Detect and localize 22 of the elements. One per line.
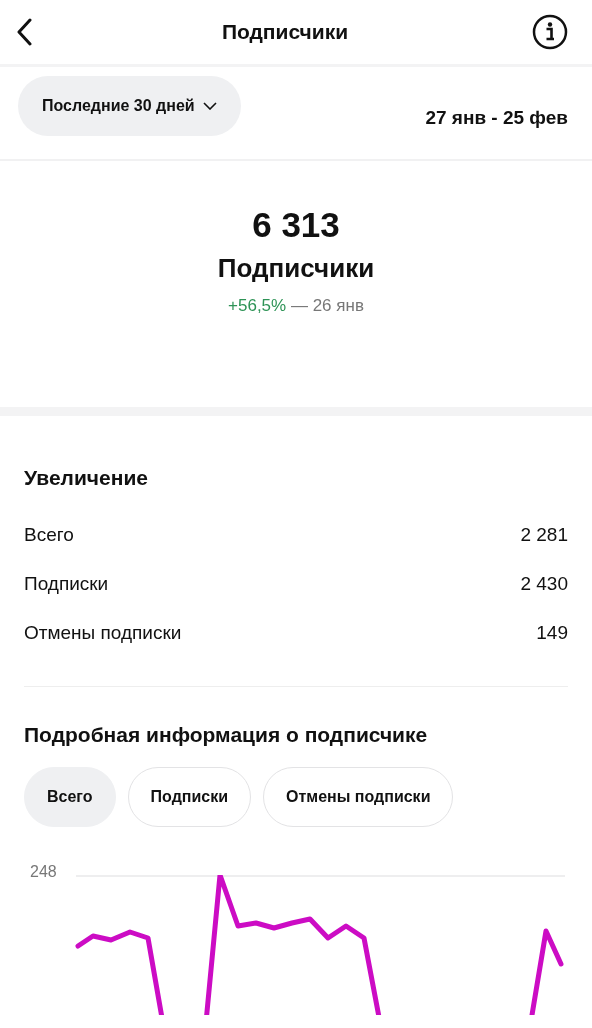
change-percent: +56,5%	[228, 296, 287, 315]
row-label: Отмены подписки	[24, 621, 182, 644]
row-label: Подписки	[24, 572, 109, 595]
change-date: — 26 янв	[290, 296, 364, 315]
period-dropdown[interactable]: Последние 30 дней	[18, 76, 241, 136]
back-icon[interactable]	[16, 18, 32, 46]
date-range: 27 янв - 25 фев	[425, 107, 568, 129]
row-value: 2 430	[520, 572, 568, 595]
filter-chip[interactable]: Отмены подписки	[263, 767, 454, 827]
row-value: 149	[536, 621, 568, 644]
info-icon[interactable]	[532, 14, 568, 50]
row-value: 2 281	[520, 523, 568, 546]
section-heading: Подробная информация о подписчике	[24, 723, 429, 747]
row-label: Всего	[24, 523, 74, 546]
summary-label: Подписчики	[217, 253, 375, 284]
filter-chip[interactable]: Подписки	[127, 767, 252, 827]
axis-tick-label: 248	[30, 863, 57, 881]
filter-chip[interactable]: Всего	[24, 767, 116, 827]
section-heading: Увеличение	[24, 466, 149, 490]
page-title: Подписчики	[221, 20, 349, 44]
follower-count: 6 313	[252, 205, 340, 245]
chevron-down-icon	[202, 102, 217, 110]
